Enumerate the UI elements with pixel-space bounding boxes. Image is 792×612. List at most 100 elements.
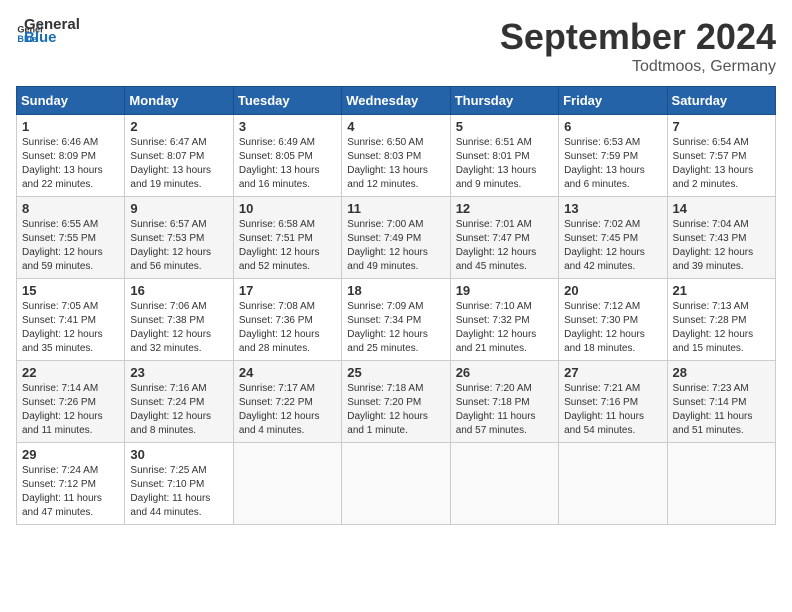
day-info: Sunrise: 7:18 AM Sunset: 7:20 PM Dayligh… [347, 382, 444, 438]
day-info: Sunrise: 7:25 AM Sunset: 7:10 PM Dayligh… [130, 464, 227, 520]
logo: General Blue General Blue [16, 16, 80, 46]
day-number: 3 [239, 119, 336, 134]
day-number: 9 [130, 201, 227, 216]
day-cell: 27 Sunrise: 7:21 AM Sunset: 7:16 PM Dayli… [559, 361, 667, 443]
day-number: 26 [456, 365, 553, 380]
day-number: 21 [673, 283, 770, 298]
header-tuesday: Tuesday [233, 87, 341, 115]
day-cell: 14 Sunrise: 7:04 AM Sunset: 7:43 PM Dayli… [667, 197, 775, 279]
day-info: Sunrise: 7:09 AM Sunset: 7:34 PM Dayligh… [347, 300, 444, 356]
day-number: 1 [22, 119, 119, 134]
day-number: 12 [456, 201, 553, 216]
month-title: September 2024 [500, 16, 776, 58]
day-info: Sunrise: 7:13 AM Sunset: 7:28 PM Dayligh… [673, 300, 770, 356]
day-info: Sunrise: 7:14 AM Sunset: 7:26 PM Dayligh… [22, 382, 119, 438]
day-info: Sunrise: 6:51 AM Sunset: 8:01 PM Dayligh… [456, 136, 553, 192]
day-cell: 19Sunrise: 7:10 AM Sunset: 7:32 PM Dayli… [450, 279, 558, 361]
day-cell: 29 Sunrise: 7:24 AM Sunset: 7:12 PM Dayli… [17, 443, 125, 525]
day-number: 4 [347, 119, 444, 134]
day-cell: 16 Sunrise: 7:06 AM Sunset: 7:38 PM Dayli… [125, 279, 233, 361]
day-info: Sunrise: 6:58 AM Sunset: 7:51 PM Dayligh… [239, 218, 336, 274]
day-info: Sunrise: 7:00 AM Sunset: 7:49 PM Dayligh… [347, 218, 444, 274]
day-number: 24 [239, 365, 336, 380]
day-cell: 5 Sunrise: 6:51 AM Sunset: 8:01 PM Daylig… [450, 115, 558, 197]
day-cell: 20 Sunrise: 7:12 AM Sunset: 7:30 PM Dayli… [559, 279, 667, 361]
day-cell: 18 Sunrise: 7:09 AM Sunset: 7:34 PM Dayli… [342, 279, 450, 361]
day-cell [667, 443, 775, 525]
day-cell: 6Sunrise: 6:53 AM Sunset: 7:59 PM Daylig… [559, 115, 667, 197]
day-number: 29 [22, 447, 119, 462]
header-friday: Friday [559, 87, 667, 115]
day-cell: 10 Sunrise: 6:58 AM Sunset: 7:51 PM Dayli… [233, 197, 341, 279]
day-info: Sunrise: 6:57 AM Sunset: 7:53 PM Dayligh… [130, 218, 227, 274]
day-cell [342, 443, 450, 525]
day-cell: 7 Sunrise: 6:54 AM Sunset: 7:57 PM Daylig… [667, 115, 775, 197]
header-sunday: Sunday [17, 87, 125, 115]
day-number: 14 [673, 201, 770, 216]
logo-blue: Blue [24, 29, 80, 46]
day-number: 23 [130, 365, 227, 380]
week-row-1: 1Sunrise: 6:46 AM Sunset: 8:09 PM Daylig… [17, 115, 776, 197]
day-info: Sunrise: 6:49 AM Sunset: 8:05 PM Dayligh… [239, 136, 336, 192]
day-cell: 21 Sunrise: 7:13 AM Sunset: 7:28 PM Dayli… [667, 279, 775, 361]
week-row-4: 22Sunrise: 7:14 AM Sunset: 7:26 PM Dayli… [17, 361, 776, 443]
week-row-2: 8 Sunrise: 6:55 AM Sunset: 7:55 PM Daylig… [17, 197, 776, 279]
day-cell: 24 Sunrise: 7:17 AM Sunset: 7:22 PM Dayli… [233, 361, 341, 443]
title-area: September 2024 Todtmoos, Germany [500, 16, 776, 76]
day-info: Sunrise: 6:53 AM Sunset: 7:59 PM Dayligh… [564, 136, 661, 192]
day-number: 8 [22, 201, 119, 216]
day-number: 5 [456, 119, 553, 134]
day-info: Sunrise: 7:01 AM Sunset: 7:47 PM Dayligh… [456, 218, 553, 274]
day-info: Sunrise: 7:06 AM Sunset: 7:38 PM Dayligh… [130, 300, 227, 356]
day-info: Sunrise: 6:50 AM Sunset: 8:03 PM Dayligh… [347, 136, 444, 192]
day-number: 28 [673, 365, 770, 380]
day-cell [233, 443, 341, 525]
day-number: 27 [564, 365, 661, 380]
day-info: Sunrise: 7:04 AM Sunset: 7:43 PM Dayligh… [673, 218, 770, 274]
day-number: 10 [239, 201, 336, 216]
day-number: 20 [564, 283, 661, 298]
day-info: Sunrise: 7:17 AM Sunset: 7:22 PM Dayligh… [239, 382, 336, 438]
calendar-table: SundayMondayTuesdayWednesdayThursdayFrid… [16, 86, 776, 525]
day-number: 11 [347, 201, 444, 216]
day-info: Sunrise: 7:12 AM Sunset: 7:30 PM Dayligh… [564, 300, 661, 356]
day-info: Sunrise: 6:47 AM Sunset: 8:07 PM Dayligh… [130, 136, 227, 192]
day-cell: 12 Sunrise: 7:01 AM Sunset: 7:47 PM Dayli… [450, 197, 558, 279]
day-number: 17 [239, 283, 336, 298]
day-cell: 26Sunrise: 7:20 AM Sunset: 7:18 PM Dayli… [450, 361, 558, 443]
header-wednesday: Wednesday [342, 87, 450, 115]
header-monday: Monday [125, 87, 233, 115]
day-number: 18 [347, 283, 444, 298]
day-cell: 22Sunrise: 7:14 AM Sunset: 7:26 PM Dayli… [17, 361, 125, 443]
header: General Blue General Blue September 2024… [16, 16, 776, 76]
day-cell: 3 Sunrise: 6:49 AM Sunset: 8:05 PM Daylig… [233, 115, 341, 197]
week-row-5: 29 Sunrise: 7:24 AM Sunset: 7:12 PM Dayli… [17, 443, 776, 525]
day-cell: 2Sunrise: 6:47 AM Sunset: 8:07 PM Daylig… [125, 115, 233, 197]
day-cell [450, 443, 558, 525]
day-info: Sunrise: 7:21 AM Sunset: 7:16 PM Dayligh… [564, 382, 661, 438]
day-number: 13 [564, 201, 661, 216]
day-info: Sunrise: 7:24 AM Sunset: 7:12 PM Dayligh… [22, 464, 119, 520]
day-cell: 4 Sunrise: 6:50 AM Sunset: 8:03 PM Daylig… [342, 115, 450, 197]
day-cell: 15Sunrise: 7:05 AM Sunset: 7:41 PM Dayli… [17, 279, 125, 361]
header-saturday: Saturday [667, 87, 775, 115]
calendar-body: 1Sunrise: 6:46 AM Sunset: 8:09 PM Daylig… [17, 115, 776, 525]
day-info: Sunrise: 7:16 AM Sunset: 7:24 PM Dayligh… [130, 382, 227, 438]
day-info: Sunrise: 7:02 AM Sunset: 7:45 PM Dayligh… [564, 218, 661, 274]
day-cell [559, 443, 667, 525]
day-cell: 9 Sunrise: 6:57 AM Sunset: 7:53 PM Daylig… [125, 197, 233, 279]
day-cell: 30 Sunrise: 7:25 AM Sunset: 7:10 PM Dayli… [125, 443, 233, 525]
day-cell: 17Sunrise: 7:08 AM Sunset: 7:36 PM Dayli… [233, 279, 341, 361]
day-number: 15 [22, 283, 119, 298]
location-title: Todtmoos, Germany [500, 58, 776, 76]
day-info: Sunrise: 6:55 AM Sunset: 7:55 PM Dayligh… [22, 218, 119, 274]
day-info: Sunrise: 7:10 AM Sunset: 7:32 PM Dayligh… [456, 300, 553, 356]
day-cell: 11 Sunrise: 7:00 AM Sunset: 7:49 PM Dayli… [342, 197, 450, 279]
day-info: Sunrise: 6:54 AM Sunset: 7:57 PM Dayligh… [673, 136, 770, 192]
day-number: 25 [347, 365, 444, 380]
day-number: 30 [130, 447, 227, 462]
day-number: 16 [130, 283, 227, 298]
day-cell: 8 Sunrise: 6:55 AM Sunset: 7:55 PM Daylig… [17, 197, 125, 279]
day-cell: 23 Sunrise: 7:16 AM Sunset: 7:24 PM Dayli… [125, 361, 233, 443]
day-number: 7 [673, 119, 770, 134]
